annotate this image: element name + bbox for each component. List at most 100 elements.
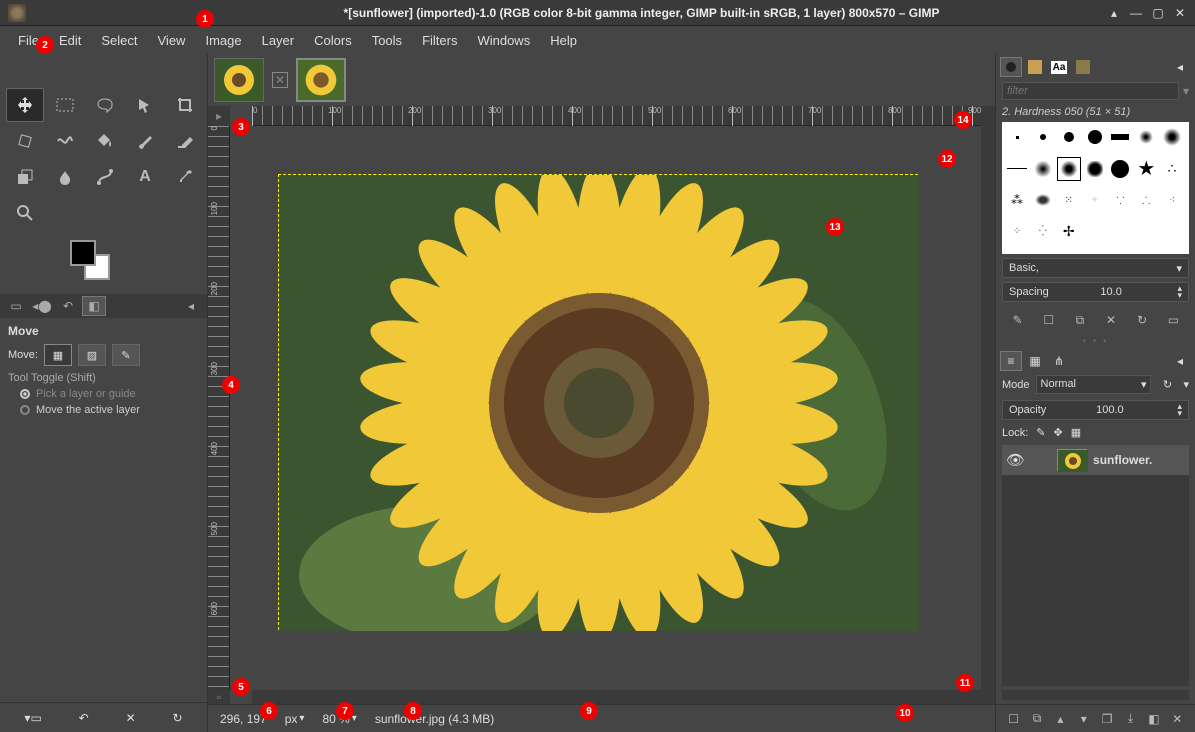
layers-dock-menu[interactable]: ◂ xyxy=(1169,351,1191,371)
filter-chevron-icon[interactable]: ▾ xyxy=(1179,84,1189,98)
restore-options-icon[interactable]: ↶ xyxy=(79,711,89,725)
menu-filters[interactable]: Filters xyxy=(412,29,467,52)
rect-select-tool[interactable] xyxy=(46,88,84,122)
merge-down-icon[interactable]: ⤓ xyxy=(1121,709,1141,729)
bucket-fill-tool[interactable] xyxy=(86,124,124,158)
minimize-icon[interactable]: — xyxy=(1129,6,1143,20)
brush-scatter2[interactable]: ⸫ xyxy=(1135,189,1157,211)
brush-soft-sm[interactable] xyxy=(1135,126,1157,148)
move-mode-layer[interactable]: ▦ xyxy=(44,344,72,366)
horizontal-ruler[interactable]: 0100200300400500600700800900 xyxy=(252,106,981,126)
nav-preview-icon[interactable] xyxy=(981,690,995,704)
move-mode-selection[interactable]: ▨ xyxy=(78,344,106,366)
maximize-icon[interactable]: ▢ xyxy=(1151,6,1165,20)
brush-cross[interactable]: ✢ xyxy=(1058,221,1080,243)
reset-options-icon[interactable]: ↻ xyxy=(173,711,183,725)
open-brush-icon[interactable]: ▭ xyxy=(1163,310,1183,330)
channels-tab[interactable]: ▦ xyxy=(1024,351,1046,371)
brush-pixel[interactable] xyxy=(1006,126,1028,148)
spacing-slider[interactable]: Spacing10.0▴▾ xyxy=(1002,282,1189,302)
brush-spray2[interactable]: ⁂ xyxy=(1006,189,1028,211)
vertical-scrollbar[interactable] xyxy=(981,126,995,690)
edit-brush-icon[interactable]: ✎ xyxy=(1008,310,1028,330)
nav-menu-icon[interactable] xyxy=(981,106,995,126)
menu-edit[interactable]: Edit xyxy=(49,29,91,52)
dup-brush-icon[interactable]: ⧉ xyxy=(1070,310,1090,330)
dup-layer-icon[interactable]: ❐ xyxy=(1097,709,1117,729)
brush-h100[interactable] xyxy=(1109,158,1131,180)
rotate-tool[interactable] xyxy=(6,124,44,158)
smudge-tool[interactable] xyxy=(46,160,84,194)
brush-hard-med[interactable] xyxy=(1058,126,1080,148)
new-group-icon[interactable]: ⧉ xyxy=(1027,709,1047,729)
menu-windows[interactable]: Windows xyxy=(467,29,540,52)
brush-confetti[interactable]: ✦ xyxy=(1084,189,1106,211)
lock-pixels-icon[interactable]: ✎ xyxy=(1036,426,1045,439)
horizontal-scrollbar[interactable] xyxy=(252,690,981,704)
units-select[interactable]: px▾ xyxy=(279,710,311,728)
mask-icon[interactable]: ◧ xyxy=(1144,709,1164,729)
refresh-brush-icon[interactable]: ↻ xyxy=(1132,310,1152,330)
brushes-tab[interactable] xyxy=(1000,57,1022,77)
blend-mode-select[interactable]: Normal▾ xyxy=(1036,375,1152,394)
image-thumb-2[interactable] xyxy=(296,58,346,102)
fuzzy-select-tool[interactable] xyxy=(126,88,164,122)
patterns-tab[interactable] xyxy=(1024,57,1046,77)
warp-tool[interactable] xyxy=(46,124,84,158)
brush-spray3[interactable]: ⁙ xyxy=(1058,189,1080,211)
brush-line[interactable] xyxy=(1006,158,1028,180)
layer-item[interactable]: 👁 sunflower. xyxy=(1002,445,1189,475)
brush-scatter1[interactable]: ⸪ xyxy=(1109,189,1131,211)
ruler-origin[interactable]: ▸ xyxy=(208,106,230,126)
dock-grip[interactable]: • • • xyxy=(996,334,1195,349)
menu-tools[interactable]: Tools xyxy=(362,29,412,52)
rollup-icon[interactable]: ▴ xyxy=(1107,6,1121,20)
dock-menu-right[interactable]: ◂ xyxy=(1169,57,1191,77)
fonts-tab[interactable]: Aa xyxy=(1048,57,1070,77)
paintbrush-tool[interactable] xyxy=(126,124,164,158)
brush-category-select[interactable]: Basic,▾ xyxy=(1002,258,1189,278)
color-picker-tool[interactable] xyxy=(166,160,204,194)
zoom-tool[interactable] xyxy=(6,196,44,230)
menu-help[interactable]: Help xyxy=(540,29,587,52)
move-tool[interactable] xyxy=(6,88,44,122)
menu-select[interactable]: Select xyxy=(91,29,147,52)
delete-brush-icon[interactable]: ✕ xyxy=(1101,310,1121,330)
opacity-slider[interactable]: Opacity100.0▴▾ xyxy=(1002,400,1189,420)
paths-tool[interactable] xyxy=(86,160,124,194)
brush-scatter5[interactable]: ⁛ xyxy=(1032,221,1054,243)
clone-tool[interactable] xyxy=(6,160,44,194)
fg-color-swatch[interactable] xyxy=(70,240,96,266)
visibility-eye-icon[interactable]: 👁 xyxy=(1006,451,1025,469)
brush-h075[interactable] xyxy=(1084,158,1106,180)
image-thumb-1[interactable] xyxy=(214,58,264,102)
lower-layer-icon[interactable]: ▾ xyxy=(1074,709,1094,729)
delete-layer-icon[interactable]: ✕ xyxy=(1167,709,1187,729)
dock-menu-icon[interactable]: ◂ xyxy=(179,296,203,316)
new-brush-icon[interactable]: ☐ xyxy=(1039,310,1059,330)
dock-tab-undo[interactable]: ↶ xyxy=(56,296,80,316)
close-icon[interactable]: ✕ xyxy=(1173,6,1187,20)
new-layer-icon[interactable]: ☐ xyxy=(1004,709,1024,729)
crop-tool[interactable] xyxy=(166,88,204,122)
brush-star[interactable]: ★ xyxy=(1135,158,1157,180)
brush-spray1[interactable]: ∴ xyxy=(1161,158,1183,180)
brush-h050[interactable] xyxy=(1058,158,1080,180)
delete-options-icon[interactable]: ✕ xyxy=(126,711,136,725)
move-active-radio[interactable] xyxy=(20,405,30,415)
move-mode-path[interactable]: ✎ xyxy=(112,344,140,366)
quick-mask-toggle[interactable]: ▫ xyxy=(208,690,230,704)
menu-view[interactable]: View xyxy=(148,29,196,52)
brush-block[interactable] xyxy=(1109,126,1131,148)
save-options-icon[interactable]: ▾▭ xyxy=(24,711,41,725)
image-canvas[interactable] xyxy=(278,174,918,630)
lock-alpha-icon[interactable]: ▦ xyxy=(1071,426,1081,439)
lock-position-icon[interactable]: ✥ xyxy=(1054,426,1063,439)
mode-chev-icon[interactable]: ▾ xyxy=(1183,378,1189,391)
brush-hard-lg[interactable] xyxy=(1084,126,1106,148)
eraser-tool[interactable] xyxy=(166,124,204,158)
raise-layer-icon[interactable]: ▴ xyxy=(1050,709,1070,729)
menu-colors[interactable]: Colors xyxy=(304,29,362,52)
vertical-ruler[interactable]: 0100200300400500600 xyxy=(208,126,230,690)
brush-soft-lg[interactable] xyxy=(1161,126,1183,148)
